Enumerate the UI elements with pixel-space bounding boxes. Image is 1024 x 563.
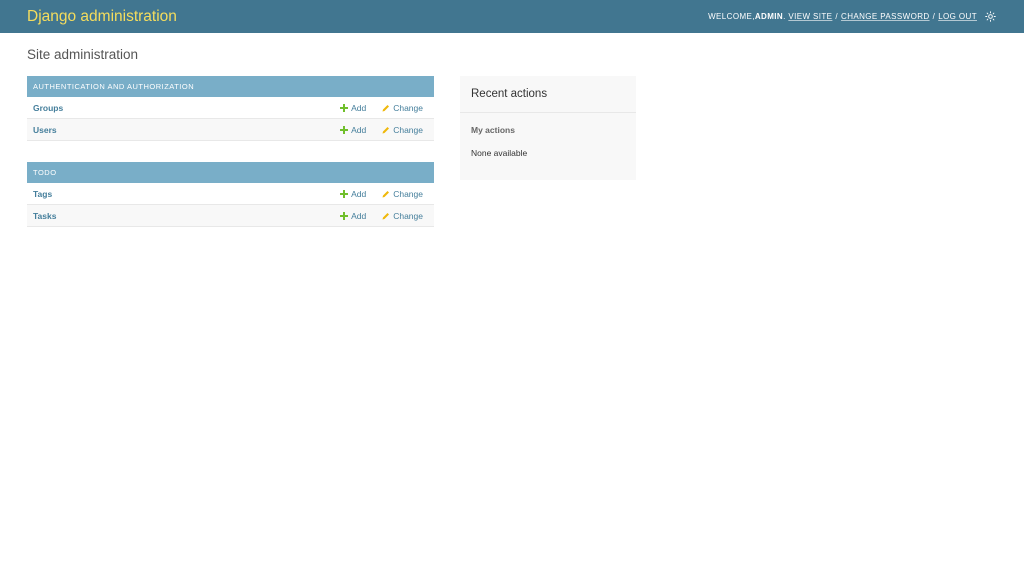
separator: / (835, 12, 839, 21)
change-users-button[interactable]: Change (382, 125, 423, 135)
change-tasks-button[interactable]: Change (382, 211, 423, 221)
add-label: Add (351, 210, 367, 221)
change-label: Change (393, 210, 423, 221)
add-label: Add (351, 124, 367, 135)
model-link-groups[interactable]: Groups (33, 103, 340, 113)
site-branding-link[interactable]: Django administration (27, 8, 177, 26)
pencil-icon (382, 212, 390, 219)
view-site-link[interactable]: View site (788, 12, 832, 21)
pencil-icon (382, 104, 390, 111)
model-link-tasks[interactable]: Tasks (33, 211, 340, 221)
empty-actions-text: None available (471, 148, 528, 158)
app-module-todo: Todo Tags Add Change Tasks Add Change (27, 162, 434, 227)
app-caption-link[interactable]: Authentication and Authorization (27, 76, 434, 97)
change-label: Change (393, 188, 423, 199)
sun-icon[interactable] (984, 11, 996, 23)
plus-icon (340, 125, 349, 134)
my-actions-heading: My actions (471, 125, 515, 135)
separator: / (932, 12, 936, 21)
change-password-link[interactable]: Change password (841, 12, 930, 21)
change-tags-button[interactable]: Change (382, 189, 423, 199)
plus-icon (340, 103, 349, 112)
recent-actions-title: Recent actions (460, 76, 636, 113)
recent-actions-panel: Recent actions My actions None available (460, 76, 636, 180)
add-tasks-button[interactable]: Add (340, 211, 366, 221)
pencil-icon (382, 190, 390, 197)
model-row-users: Users Add Change (27, 119, 434, 141)
change-label: Change (393, 124, 423, 135)
header-bar: Django administration Welcome, admin. Vi… (0, 0, 1024, 33)
model-link-tags[interactable]: Tags (33, 189, 340, 199)
model-link-users[interactable]: Users (33, 125, 340, 135)
add-groups-button[interactable]: Add (340, 103, 366, 113)
username: admin (754, 12, 784, 21)
app-module-auth: Authentication and Authorization Groups … (27, 76, 434, 141)
model-row-tags: Tags Add Change (27, 183, 434, 205)
change-groups-button[interactable]: Change (382, 103, 423, 113)
add-label: Add (351, 188, 367, 199)
add-tags-button[interactable]: Add (340, 189, 366, 199)
page-title: Site administration (27, 47, 139, 62)
add-label: Add (351, 102, 367, 113)
add-users-button[interactable]: Add (340, 125, 366, 135)
model-row-groups: Groups Add Change (27, 97, 434, 119)
plus-icon (340, 189, 349, 198)
pencil-icon (382, 126, 390, 133)
app-caption-link[interactable]: Todo (27, 162, 434, 183)
log-out-link[interactable]: Log out (938, 12, 977, 21)
model-row-tasks: Tasks Add Change (27, 205, 434, 227)
change-label: Change (393, 102, 423, 113)
welcome-text: Welcome, (708, 12, 755, 21)
user-tools: Welcome, admin. View site / Change passw… (708, 11, 996, 23)
plus-icon (340, 211, 349, 220)
